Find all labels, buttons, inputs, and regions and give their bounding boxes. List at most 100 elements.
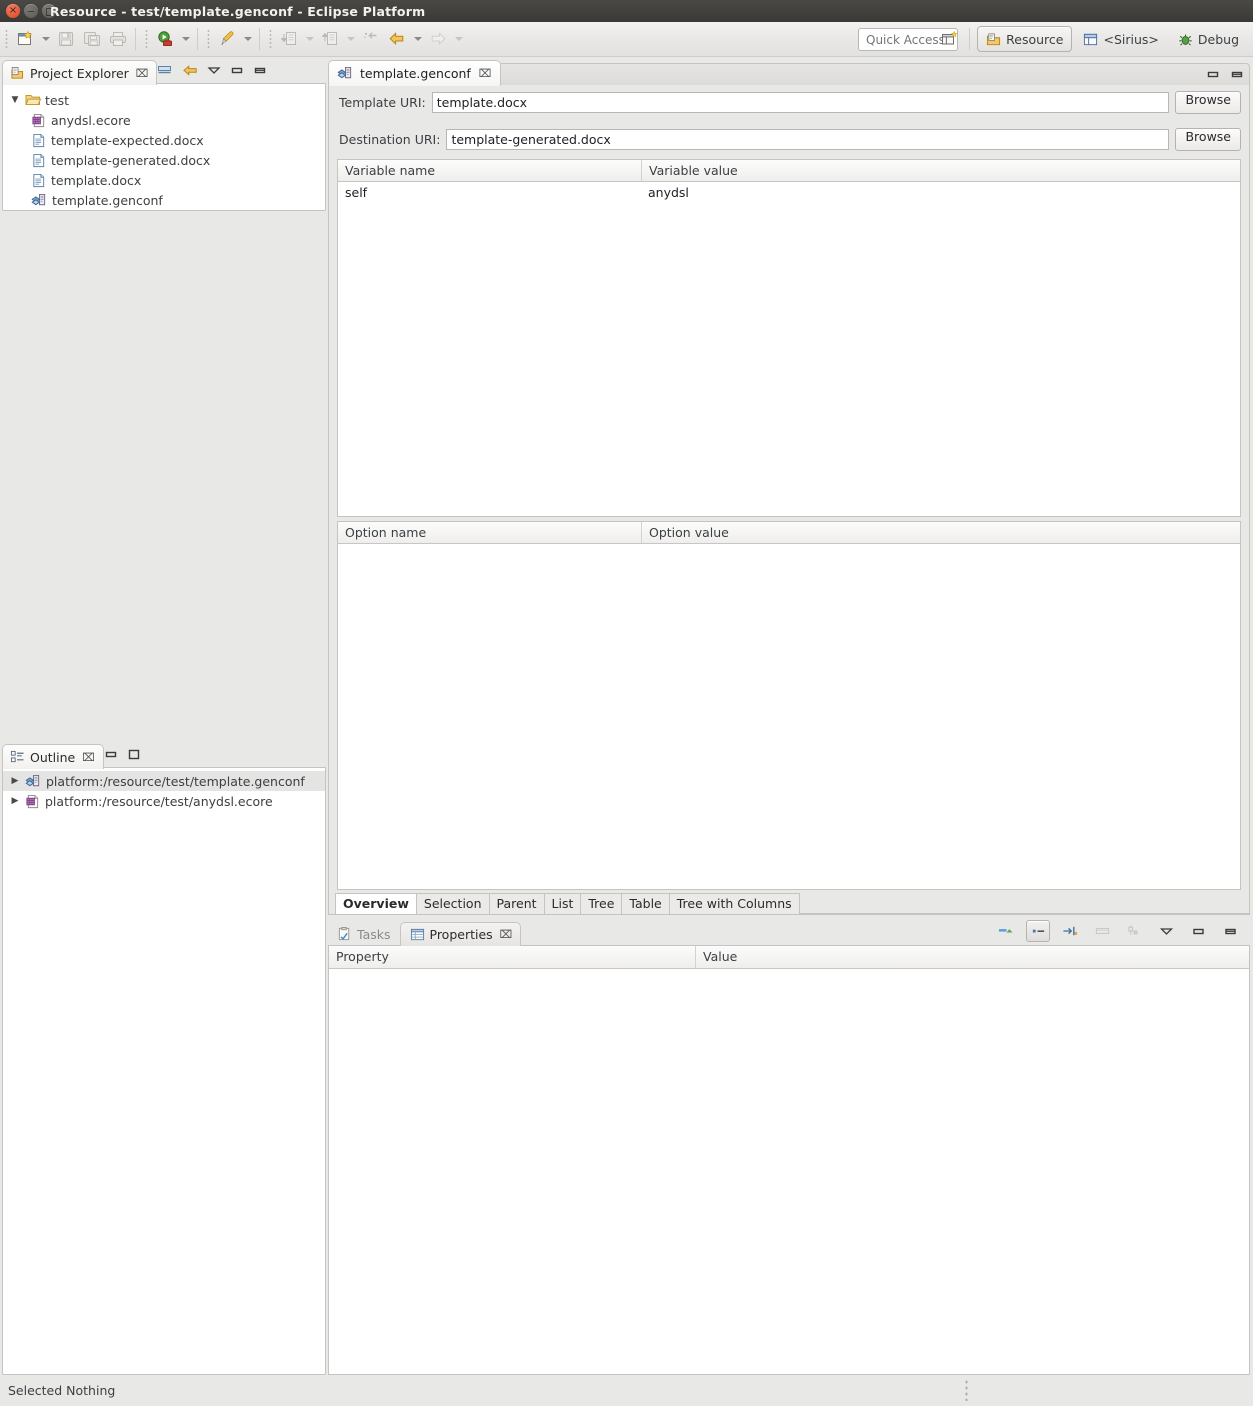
- options-col-name[interactable]: Option name: [338, 522, 641, 543]
- tab-parent[interactable]: Parent: [489, 893, 545, 914]
- perspective-sirius[interactable]: <Sirius>: [1075, 26, 1166, 52]
- bottom-tabrow: Tasks Properties ⌧: [328, 919, 1250, 946]
- document-icon: [33, 133, 45, 147]
- project-explorer-tab[interactable]: Project Explorer ⌧: [2, 60, 158, 85]
- minimize-icon[interactable]: [230, 64, 244, 77]
- properties-minimize-button[interactable]: [1186, 920, 1210, 942]
- options-table-body[interactable]: [338, 544, 1240, 889]
- perspective-resource[interactable]: Resource: [977, 26, 1073, 52]
- project-tree[interactable]: ▼ test anydsl.ecore template-expected.do…: [3, 84, 325, 210]
- back-dropdown[interactable]: [410, 26, 425, 52]
- outline-tree[interactable]: ▶ platform:/resource/test/template.genco…: [3, 768, 325, 1374]
- run-button[interactable]: [152, 26, 178, 52]
- chevron-down-icon: [181, 37, 190, 41]
- show-advanced-properties-button[interactable]: [994, 920, 1018, 942]
- new-wizard-dropdown[interactable]: [38, 26, 53, 52]
- expand-twisty-icon[interactable]: ▶: [9, 796, 21, 806]
- outline-tab[interactable]: Outline ⌧: [2, 744, 104, 769]
- pin-to-selection-button: [1090, 920, 1114, 942]
- editor-tabrow-filler: [501, 63, 1250, 85]
- restore-default-value-button[interactable]: [1058, 920, 1082, 942]
- tab-list[interactable]: List: [544, 893, 582, 914]
- properties-close-icon[interactable]: ⌧: [500, 928, 513, 941]
- options-table-header: Option name Option value: [338, 522, 1240, 544]
- variables-col-name[interactable]: Variable name: [338, 160, 641, 181]
- maximize-icon[interactable]: [127, 748, 141, 761]
- minimize-icon[interactable]: [104, 748, 118, 761]
- back-button[interactable]: [384, 26, 410, 52]
- tab-tasks[interactable]: Tasks: [328, 922, 400, 946]
- expand-twisty-icon[interactable]: ▶: [9, 776, 21, 786]
- options-col-value[interactable]: Option value: [641, 522, 1240, 543]
- maximize-icon[interactable]: [253, 64, 267, 77]
- editor-tab-template-genconf[interactable]: template.genconf ⌧: [328, 60, 502, 86]
- chevron-down-icon: [454, 37, 463, 41]
- toolbar-grip[interactable]: [205, 28, 212, 50]
- show-categories-button[interactable]: [1026, 920, 1050, 942]
- genconf-icon: [337, 66, 352, 79]
- external-tools-icon: [221, 31, 234, 46]
- workbench-body: Project Explorer ⌧ ▼ test anydsl.ecore t…: [0, 57, 1253, 1375]
- properties-view-menu-button[interactable]: [1154, 920, 1178, 942]
- variable-value-cell[interactable]: anydsl: [641, 182, 1240, 203]
- status-bar-grip[interactable]: [965, 1379, 969, 1401]
- outline-title: Outline: [30, 749, 76, 765]
- right-column: template.genconf ⌧ Template URI: templat…: [328, 57, 1253, 1375]
- tab-table[interactable]: Table: [622, 893, 670, 914]
- tree-item-template-generated-docx[interactable]: template-generated.docx: [3, 150, 325, 170]
- outline-item-ecore[interactable]: ▶ platform:/resource/test/anydsl.ecore: [3, 791, 325, 811]
- toolbar-grip[interactable]: [267, 28, 274, 50]
- debug-perspective-icon: [1179, 33, 1192, 46]
- variables-table[interactable]: Variable name Variable value self anydsl: [337, 159, 1241, 517]
- properties-table-body[interactable]: [329, 969, 1249, 1374]
- tree-item-template-docx[interactable]: template.docx: [3, 170, 325, 190]
- destination-uri-input[interactable]: template-generated.docx: [446, 129, 1170, 150]
- maximize-icon[interactable]: [1230, 68, 1244, 81]
- table-row[interactable]: self anydsl: [338, 182, 1240, 203]
- toolbar-separator: [197, 28, 198, 50]
- open-perspective-button[interactable]: [936, 26, 962, 52]
- tab-tree[interactable]: Tree: [581, 893, 623, 914]
- options-table[interactable]: Option name Option value: [337, 521, 1241, 890]
- variables-col-value[interactable]: Variable value: [641, 160, 1240, 181]
- collapse-all-icon[interactable]: [157, 64, 173, 77]
- template-uri-input[interactable]: template.docx: [431, 92, 1170, 113]
- project-explorer-icon: [11, 66, 24, 79]
- tab-tree-with-columns[interactable]: Tree with Columns: [669, 893, 800, 914]
- project-explorer-close-icon[interactable]: ⌧: [136, 67, 149, 80]
- variables-table-body[interactable]: [338, 203, 1240, 516]
- tree-item-anydsl-ecore[interactable]: anydsl.ecore: [3, 110, 325, 130]
- properties-maximize-button[interactable]: [1218, 920, 1242, 942]
- external-tools-dropdown[interactable]: [240, 26, 255, 52]
- pin-to-selection-icon: [1095, 928, 1109, 934]
- run-dropdown[interactable]: [178, 26, 193, 52]
- outline-close-icon[interactable]: ⌧: [82, 751, 95, 764]
- minimize-icon[interactable]: [1206, 68, 1220, 81]
- destination-uri-browse-button[interactable]: Browse: [1175, 128, 1241, 151]
- tree-item-template-genconf[interactable]: template.genconf: [3, 190, 325, 210]
- toolbar-grip[interactable]: [143, 28, 150, 50]
- new-wizard-button[interactable]: [12, 26, 38, 52]
- link-with-editor-icon[interactable]: [182, 64, 198, 77]
- template-uri-browse-button[interactable]: Browse: [1175, 91, 1241, 114]
- editor-tab-close-icon[interactable]: ⌧: [479, 67, 492, 80]
- toolbar-grip[interactable]: [3, 28, 10, 50]
- outline-item-genconf[interactable]: ▶ platform:/resource/test/template.genco…: [3, 771, 325, 791]
- view-menu-icon[interactable]: [207, 64, 222, 77]
- project-explorer-title: Project Explorer: [30, 65, 129, 81]
- outline-tabrow: Outline ⌧: [2, 743, 326, 769]
- properties-col-property[interactable]: Property: [329, 946, 695, 968]
- previous-annotation-dropdown: [302, 26, 317, 52]
- tab-selection[interactable]: Selection: [416, 893, 490, 914]
- window-title: Resource - test/template.genconf - Eclip…: [50, 3, 426, 19]
- tree-item-template-expected-docx[interactable]: template-expected.docx: [3, 130, 325, 150]
- properties-col-value[interactable]: Value: [695, 946, 1249, 968]
- perspective-debug[interactable]: Debug: [1170, 26, 1247, 52]
- tab-properties[interactable]: Properties ⌧: [399, 922, 522, 946]
- tree-item-test[interactable]: ▼ test: [3, 90, 325, 110]
- expand-twisty-icon[interactable]: ▼: [9, 95, 21, 105]
- external-tools-button[interactable]: [214, 26, 240, 52]
- tab-overview[interactable]: Overview: [335, 893, 417, 914]
- variable-name-cell[interactable]: self: [338, 182, 641, 203]
- resource-perspective-icon: [987, 32, 1001, 45]
